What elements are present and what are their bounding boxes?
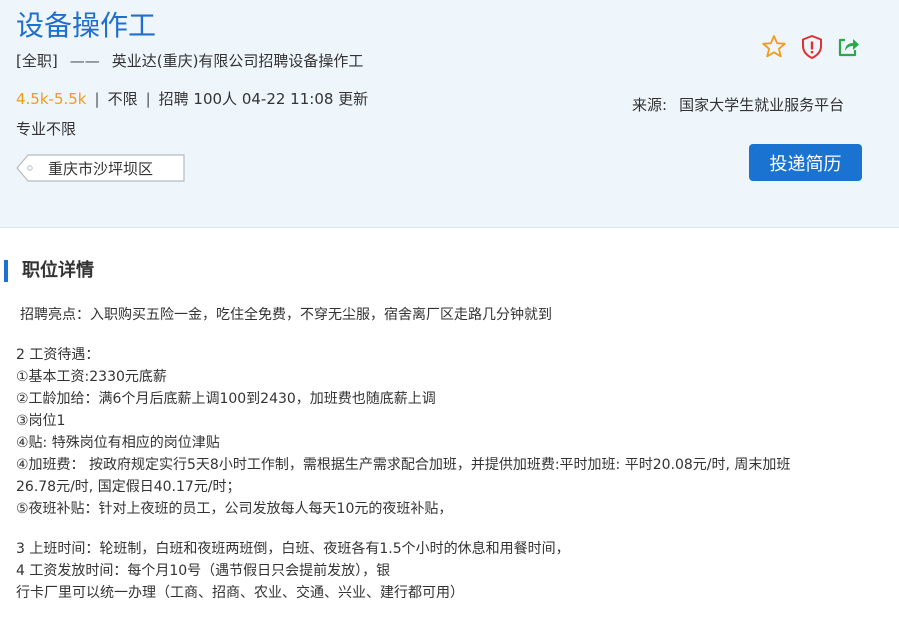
recruit-count: 招聘 100人 [158, 90, 238, 108]
job-description: 招聘亮点：入职购买五险一金，吃住全免费，不穿无尘服，宿舍离厂区走路几分钟就到 2… [16, 304, 886, 604]
meta-separator: | [94, 90, 100, 108]
job-headline: 英业达(重庆)有限公司招聘设备操作工 [111, 52, 364, 70]
education-requirement: 不限 [107, 90, 138, 108]
source-value: 国家大学生就业服务平台 [679, 96, 845, 114]
description-line: ③岗位1 [16, 413, 66, 429]
meta-separator: | [145, 90, 151, 108]
description-line: 26.78元/时, 国定假日40.17元/时； [16, 479, 241, 495]
location-tag: 重庆市沙坪坝区 [16, 154, 186, 182]
description-line: ④贴: 特殊岗位有相应的岗位津贴 [16, 435, 220, 451]
apply-resume-button[interactable]: 投递简历 [749, 144, 862, 181]
share-icon[interactable] [834, 33, 862, 61]
description-line: 行卡厂里可以统一办理（工商、招商、农业、交通、兴业、建行都可用） [16, 585, 464, 601]
job-subtitle: [全职] —— 英业达(重庆)有限公司招聘设备操作工 [16, 50, 363, 71]
action-icons [760, 33, 870, 61]
job-type: [全职] [16, 52, 58, 70]
source-label: 来源: [632, 96, 668, 114]
job-meta: 4.5k-5.5k | 不限 | 招聘 100人 04-22 11:08 更新 [16, 88, 368, 109]
source-info: 来源: 国家大学生就业服务平台 [632, 94, 844, 115]
description-line: 2 工资待遇： [16, 347, 100, 363]
description-line: ⑤夜班补贴：针对上夜班的员工，公司发放每人每天10元的夜班补贴， [16, 501, 453, 517]
section-title-job-details: 职位详情 [4, 260, 94, 282]
salary: 4.5k-5.5k [16, 90, 87, 108]
update-time: 04-22 11:08 更新 [241, 90, 369, 108]
major-requirement: 专业不限 [16, 120, 77, 138]
description-line: ②工龄加给：满6个月后底薪上调100到2430，加班费也随底薪上调 [16, 391, 436, 407]
location-text: 重庆市沙坪坝区 [48, 160, 154, 178]
description-line: 3 上班时间：轮班制，白班和夜班两班倒，白班、夜班各有1.5个小时的休息和用餐时… [16, 541, 570, 557]
star-icon[interactable] [760, 33, 788, 61]
job-title: 设备操作工 [16, 9, 157, 42]
highlight-line: 招聘亮点：入职购买五险一金，吃住全免费，不穿无尘服，宿舍离厂区走路几分钟就到 [20, 307, 552, 323]
description-line: ①基本工资:2330元底薪 [16, 369, 167, 385]
dash-separator: —— [69, 52, 100, 70]
shield-alert-icon[interactable] [798, 33, 826, 61]
job-header: 设备操作工 [全职] —— 英业达(重庆)有限公司招聘设备操作工 4.5k-5.5k… [0, 0, 899, 228]
description-line: 4 工资发放时间：每个月10号（遇节假日只会提前发放），银 [16, 563, 391, 579]
description-line: ④加班费： 按政府规定实行5天8小时工作制，需根据生产需求配合加班，并提供加班费… [16, 457, 791, 473]
